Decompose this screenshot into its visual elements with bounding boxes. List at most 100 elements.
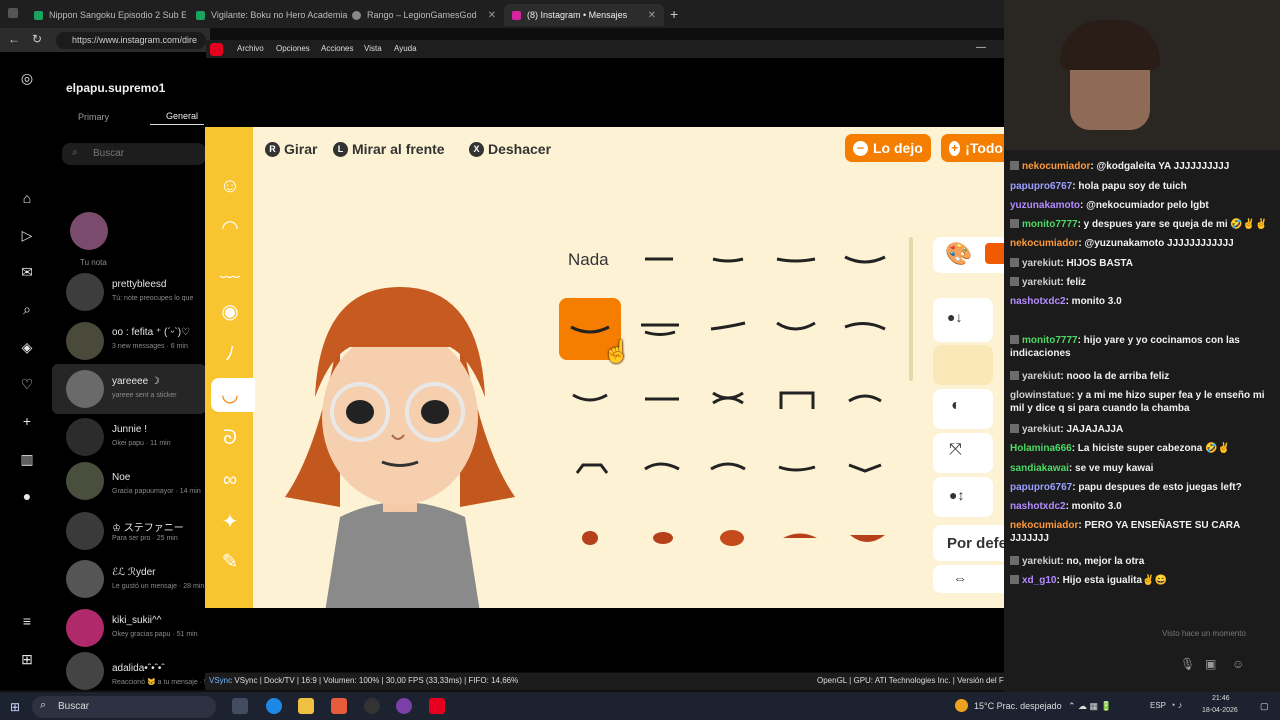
tab-primary[interactable]: Primary xyxy=(78,112,109,122)
conversation-name[interactable]: yareeee ☽ xyxy=(112,376,160,387)
image-icon[interactable]: ▣ xyxy=(1205,657,1216,671)
mouth-option[interactable] xyxy=(653,532,673,544)
eyebrows-icon[interactable]: ﹏ xyxy=(217,257,243,283)
mouth-option[interactable] xyxy=(710,321,746,331)
tab-general[interactable]: General xyxy=(166,111,198,121)
mouth-option[interactable] xyxy=(848,394,882,403)
clock-time[interactable]: 21:46 xyxy=(1212,695,1230,702)
weather-text[interactable]: 15°C Prac. despejado xyxy=(974,701,1062,711)
mouth-option[interactable] xyxy=(850,535,885,542)
all-button[interactable]: + ¡Todo xyxy=(941,134,1011,162)
language-indicator[interactable]: ESP xyxy=(1150,701,1166,710)
explore-icon[interactable]: ◈ xyxy=(19,339,35,355)
create-icon[interactable]: + xyxy=(19,413,35,429)
dashboard-icon[interactable]: ▥ xyxy=(19,451,35,467)
avatar[interactable] xyxy=(66,322,104,360)
scrollbar[interactable] xyxy=(909,237,913,381)
clock-date[interactable]: 18-04-2026 xyxy=(1202,707,1238,714)
face-shape-icon[interactable]: ☺ xyxy=(217,173,243,199)
close-tab-icon[interactable]: ✕ xyxy=(488,10,496,21)
mouth-option[interactable] xyxy=(644,462,680,471)
mouth-option[interactable] xyxy=(778,465,816,472)
palette-icon[interactable]: 🎨 xyxy=(945,241,972,267)
conversation-name[interactable]: oo : fefita ⁺ (ˊᵕˋ)♡ xyxy=(112,327,190,338)
avatar[interactable] xyxy=(66,462,104,500)
conversation-name[interactable]: ♔ ステファニー xyxy=(112,519,184,534)
conversation-name[interactable]: kiki_sukii^^ xyxy=(112,615,161,626)
tray-icons[interactable]: ⌃ ☁ ▦ 🔋 xyxy=(1068,701,1112,712)
quit-button[interactable]: − Lo dejo xyxy=(845,134,931,162)
note-avatar[interactable] xyxy=(70,212,108,250)
emulator-taskbar-icon[interactable] xyxy=(429,698,445,714)
back-icon[interactable]: ← xyxy=(8,32,20,46)
task-view-icon[interactable] xyxy=(232,698,248,714)
mouth-icon[interactable]: ◡ xyxy=(217,382,243,408)
menu-opciones[interactable]: Opciones xyxy=(276,44,310,53)
makeup-icon[interactable]: ✦ xyxy=(217,509,243,535)
size-button[interactable] xyxy=(933,433,993,473)
menu-acciones[interactable]: Acciones xyxy=(321,44,353,53)
conversation-name[interactable]: Junnie ! xyxy=(112,424,147,435)
heart-icon[interactable]: ♡ xyxy=(19,376,35,392)
profile-icon[interactable]: ● xyxy=(19,488,35,504)
mouth-option[interactable] xyxy=(844,255,886,264)
reels-icon[interactable]: ▷ xyxy=(19,227,35,243)
url-field[interactable]: https://www.instagram.com/dire xyxy=(56,32,206,49)
mouth-option[interactable] xyxy=(582,531,598,545)
mouth-option[interactable] xyxy=(575,463,609,474)
browser-tab[interactable]: Nippon Sangoku Episodio 2 Sub E✕ xyxy=(26,4,186,26)
avatar[interactable] xyxy=(66,652,104,690)
home-icon[interactable]: ⌂ xyxy=(19,190,35,206)
network-sound-icons[interactable]: ◔ ♪ xyxy=(1170,700,1182,710)
mouth-option[interactable] xyxy=(844,322,886,331)
instagram-logo-icon[interactable]: ◎ xyxy=(19,70,35,86)
search-icon[interactable]: ⌕ xyxy=(19,301,35,317)
close-tab-icon[interactable]: ✕ xyxy=(648,10,656,21)
search-input[interactable] xyxy=(62,143,206,165)
apps-icon[interactable]: ⊞ xyxy=(19,651,35,667)
reload-icon[interactable]: ↻ xyxy=(32,32,42,46)
conversation-name[interactable]: prettybleesd xyxy=(112,279,166,290)
mouth-option[interactable] xyxy=(779,391,815,409)
conversation-name[interactable]: ℰℒ ℛyder xyxy=(112,567,155,578)
glasses-icon[interactable]: ∞ xyxy=(217,467,243,493)
nose-icon[interactable]: ﾉ xyxy=(217,341,243,367)
mouth-option[interactable] xyxy=(641,323,679,336)
streamlabs-icon[interactable] xyxy=(396,698,412,714)
mouth-option[interactable] xyxy=(776,257,816,263)
move-down-button[interactable] xyxy=(933,298,993,342)
browser-tab[interactable]: Vigilante: Boku no Hero Academia✕ xyxy=(188,4,348,26)
minimize-icon[interactable]: — xyxy=(976,42,986,53)
mouth-option[interactable] xyxy=(712,257,744,263)
control-undo[interactable]: X Deshacer xyxy=(469,141,551,157)
menu-ayuda[interactable]: Ayuda xyxy=(394,44,417,53)
conversation-name[interactable]: adalida•ˆ•ˆ•ˆ xyxy=(112,663,165,674)
sticker-icon[interactable]: ☺ xyxy=(1232,657,1244,671)
mouth-option[interactable] xyxy=(848,463,882,473)
mouth-option[interactable] xyxy=(710,462,746,471)
mouth-option[interactable] xyxy=(570,325,610,334)
mouth-option[interactable] xyxy=(776,321,816,331)
eyes-icon[interactable]: ◉ xyxy=(217,299,243,325)
microphone-icon[interactable]: 🎙 xyxy=(1180,657,1195,671)
browser-tab[interactable]: Rango – LegionGamesGod ✕ xyxy=(344,4,504,26)
edge-icon[interactable] xyxy=(266,698,282,714)
hair-icon[interactable]: ◠ xyxy=(217,215,243,241)
windows-start-icon[interactable]: ⊞ xyxy=(10,700,20,714)
vsync-status[interactable]: VSync xyxy=(209,676,232,685)
tab-actions-icon[interactable] xyxy=(8,8,18,18)
ig-username[interactable]: elpapu.supremo1 xyxy=(66,81,165,95)
messages-icon[interactable]: ✉ xyxy=(19,264,35,280)
mouth-option[interactable] xyxy=(783,533,817,539)
rotate-button[interactable] xyxy=(933,389,993,429)
mouth-option[interactable] xyxy=(712,391,744,405)
mouth-option[interactable] xyxy=(572,393,608,402)
avatar[interactable] xyxy=(66,609,104,647)
ear-icon[interactable]: ᘐ xyxy=(217,425,243,451)
menu-icon[interactable]: ≡ xyxy=(19,613,35,629)
avatar[interactable] xyxy=(66,273,104,311)
conversation-name[interactable]: Noe xyxy=(112,472,130,483)
avatar[interactable] xyxy=(66,512,104,550)
menu-archivo[interactable]: Archivo xyxy=(237,44,264,53)
file-explorer-icon[interactable] xyxy=(298,698,314,714)
